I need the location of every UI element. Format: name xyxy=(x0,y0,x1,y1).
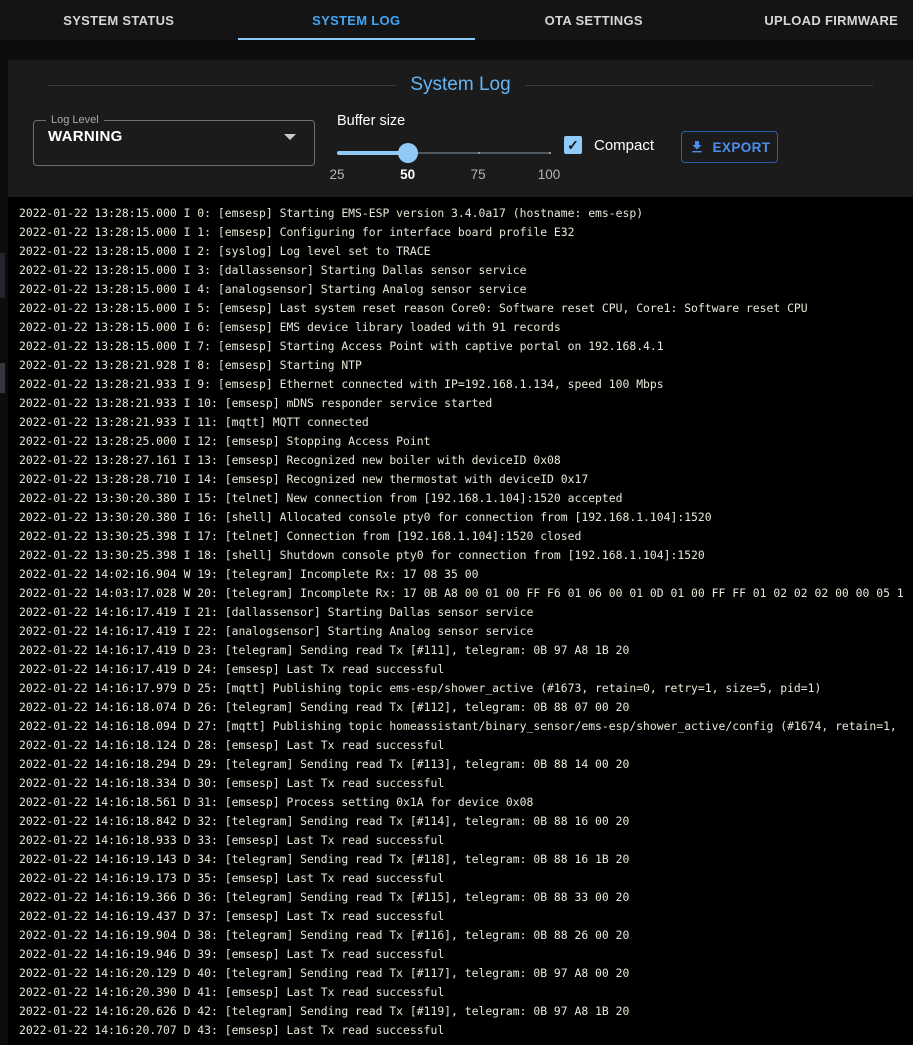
log-line: 2022-01-22 14:16:18.094 D 27: [mqtt] Pub… xyxy=(19,717,913,736)
log-line: 2022-01-22 14:16:20.626 D 42: [telegram]… xyxy=(19,1002,913,1021)
export-button[interactable]: EXPORT xyxy=(681,131,778,163)
slider-thumb[interactable] xyxy=(398,143,418,163)
tab-system-status[interactable]: SYSTEM STATUS xyxy=(0,0,238,40)
tab-label: UPLOAD FIRMWARE xyxy=(764,13,898,28)
active-tab-indicator xyxy=(238,38,476,40)
buffer-size-control: Buffer size 25 50 75 100 xyxy=(337,113,549,185)
tab-system-log[interactable]: SYSTEM LOG xyxy=(238,0,476,40)
log-line: 2022-01-22 13:28:25.000 I 12: [emsesp] S… xyxy=(19,432,913,451)
export-label: EXPORT xyxy=(713,140,771,155)
page-title: System Log xyxy=(396,74,524,96)
panel-title-row: System Log xyxy=(8,74,913,96)
log-line: 2022-01-22 14:16:19.173 D 35: [emsesp] L… xyxy=(19,869,913,888)
tab-label: SYSTEM STATUS xyxy=(63,13,174,28)
log-line: 2022-01-22 14:16:17.419 D 23: [telegram]… xyxy=(19,641,913,660)
log-line: 2022-01-22 14:16:20.390 D 41: [emsesp] L… xyxy=(19,983,913,1002)
log-line: 2022-01-22 14:16:18.074 D 26: [telegram]… xyxy=(19,698,913,717)
log-line: 2022-01-22 13:28:27.161 I 13: [emsesp] R… xyxy=(19,451,913,470)
log-line: 2022-01-22 14:16:19.904 D 38: [telegram]… xyxy=(19,926,913,945)
compact-checkbox[interactable]: ✓ xyxy=(564,136,582,154)
log-line: 2022-01-22 13:28:15.000 I 7: [emsesp] St… xyxy=(19,337,913,356)
tick-50: 50 xyxy=(400,167,415,182)
top-tab-bar: SYSTEM STATUS SYSTEM LOG OTA SETTINGS UP… xyxy=(0,0,913,40)
checkmark-icon: ✓ xyxy=(567,137,579,154)
log-line: 2022-01-22 14:16:19.366 D 36: [telegram]… xyxy=(19,888,913,907)
slider-mark xyxy=(549,152,551,154)
log-line: 2022-01-22 14:16:19.437 D 37: [emsesp] L… xyxy=(19,907,913,926)
tick-25: 25 xyxy=(329,167,344,182)
buffer-size-label: Buffer size xyxy=(337,113,549,129)
chevron-down-icon xyxy=(284,134,296,140)
tick-100: 100 xyxy=(538,167,561,182)
log-line: 2022-01-22 14:16:18.334 D 30: [emsesp] L… xyxy=(19,774,913,793)
log-line: 2022-01-22 14:16:20.707 D 43: [emsesp] L… xyxy=(19,1021,913,1040)
log-level-label: Log Level xyxy=(46,114,104,126)
log-line: 2022-01-22 13:28:21.928 I 8: [emsesp] St… xyxy=(19,356,913,375)
log-line: 2022-01-22 14:16:18.933 D 33: [emsesp] L… xyxy=(19,831,913,850)
log-line: 2022-01-22 14:02:16.904 W 19: [telegram]… xyxy=(19,565,913,584)
log-level-value: WARNING xyxy=(48,128,123,145)
buffer-size-slider[interactable] xyxy=(337,143,549,163)
system-log-panel: System Log Log Level WARNING Buffer size… xyxy=(8,60,913,1045)
log-line: 2022-01-22 13:30:25.398 I 18: [shell] Sh… xyxy=(19,546,913,565)
log-line: 2022-01-22 14:16:17.419 D 24: [emsesp] L… xyxy=(19,660,913,679)
download-icon xyxy=(689,139,705,155)
log-line: 2022-01-22 14:03:17.028 W 20: [telegram]… xyxy=(19,584,913,603)
tab-ota-settings[interactable]: OTA SETTINGS xyxy=(475,0,713,40)
log-line: 2022-01-22 14:16:20.129 D 40: [telegram]… xyxy=(19,964,913,983)
log-line: 2022-01-22 14:16:17.419 I 21: [dallassen… xyxy=(19,603,913,622)
tab-label: SYSTEM LOG xyxy=(312,13,400,28)
log-line: 2022-01-22 13:30:20.380 I 16: [shell] Al… xyxy=(19,508,913,527)
tick-75: 75 xyxy=(471,167,486,182)
log-line: 2022-01-22 14:16:18.842 D 32: [telegram]… xyxy=(19,812,913,831)
log-line: 2022-01-22 13:28:15.000 I 0: [emsesp] St… xyxy=(19,204,913,223)
log-line: 2022-01-22 13:28:28.710 I 14: [emsesp] R… xyxy=(19,470,913,489)
log-line: 2022-01-22 13:28:15.000 I 5: [emsesp] La… xyxy=(19,299,913,318)
log-line: 2022-01-22 13:28:21.933 I 10: [emsesp] m… xyxy=(19,394,913,413)
log-line: 2022-01-22 14:16:18.561 D 31: [emsesp] P… xyxy=(19,793,913,812)
log-level-select[interactable]: Log Level WARNING xyxy=(33,114,315,166)
log-line: 2022-01-22 14:16:19.143 D 34: [telegram]… xyxy=(19,850,913,869)
log-line: 2022-01-22 13:28:21.933 I 11: [mqtt] MQT… xyxy=(19,413,913,432)
log-line: 2022-01-22 14:16:18.294 D 29: [telegram]… xyxy=(19,755,913,774)
divider-line xyxy=(48,85,396,86)
log-line: 2022-01-22 13:28:15.000 I 6: [emsesp] EM… xyxy=(19,318,913,337)
log-line: 2022-01-22 13:30:20.380 I 15: [telnet] N… xyxy=(19,489,913,508)
log-line: 2022-01-22 14:16:18.124 D 28: [emsesp] L… xyxy=(19,736,913,755)
log-line: 2022-01-22 13:28:21.933 I 9: [emsesp] Et… xyxy=(19,375,913,394)
log-line: 2022-01-22 13:28:15.000 I 3: [dallassens… xyxy=(19,261,913,280)
divider-line xyxy=(525,85,873,86)
compact-label: Compact xyxy=(594,137,654,154)
left-edge-strip xyxy=(0,40,8,1045)
tab-upload-firmware[interactable]: UPLOAD FIRMWARE xyxy=(713,0,913,40)
log-line: 2022-01-22 13:30:25.398 I 17: [telnet] C… xyxy=(19,527,913,546)
scrollbar-fragment[interactable] xyxy=(0,363,5,393)
log-line: 2022-01-22 13:28:15.000 I 2: [syslog] Lo… xyxy=(19,242,913,261)
log-line: 2022-01-22 13:28:15.000 I 1: [emsesp] Co… xyxy=(19,223,913,242)
slider-tick-labels: 25 50 75 100 xyxy=(337,167,549,185)
slider-mark xyxy=(478,152,480,154)
log-line: 2022-01-22 14:16:17.419 I 22: [analogsen… xyxy=(19,622,913,641)
log-lines: 2022-01-22 13:28:15.000 I 0: [emsesp] St… xyxy=(19,204,913,1040)
log-line: 2022-01-22 14:16:19.946 D 39: [emsesp] L… xyxy=(19,945,913,964)
log-line: 2022-01-22 14:16:17.979 D 25: [mqtt] Pub… xyxy=(19,679,913,698)
tab-label: OTA SETTINGS xyxy=(545,13,643,28)
compact-toggle[interactable]: ✓ Compact xyxy=(564,136,654,154)
scrollbar-fragment[interactable] xyxy=(0,253,5,298)
log-line: 2022-01-22 13:28:15.000 I 4: [analogsens… xyxy=(19,280,913,299)
log-console[interactable]: 2022-01-22 13:28:15.000 I 0: [emsesp] St… xyxy=(8,197,913,1045)
